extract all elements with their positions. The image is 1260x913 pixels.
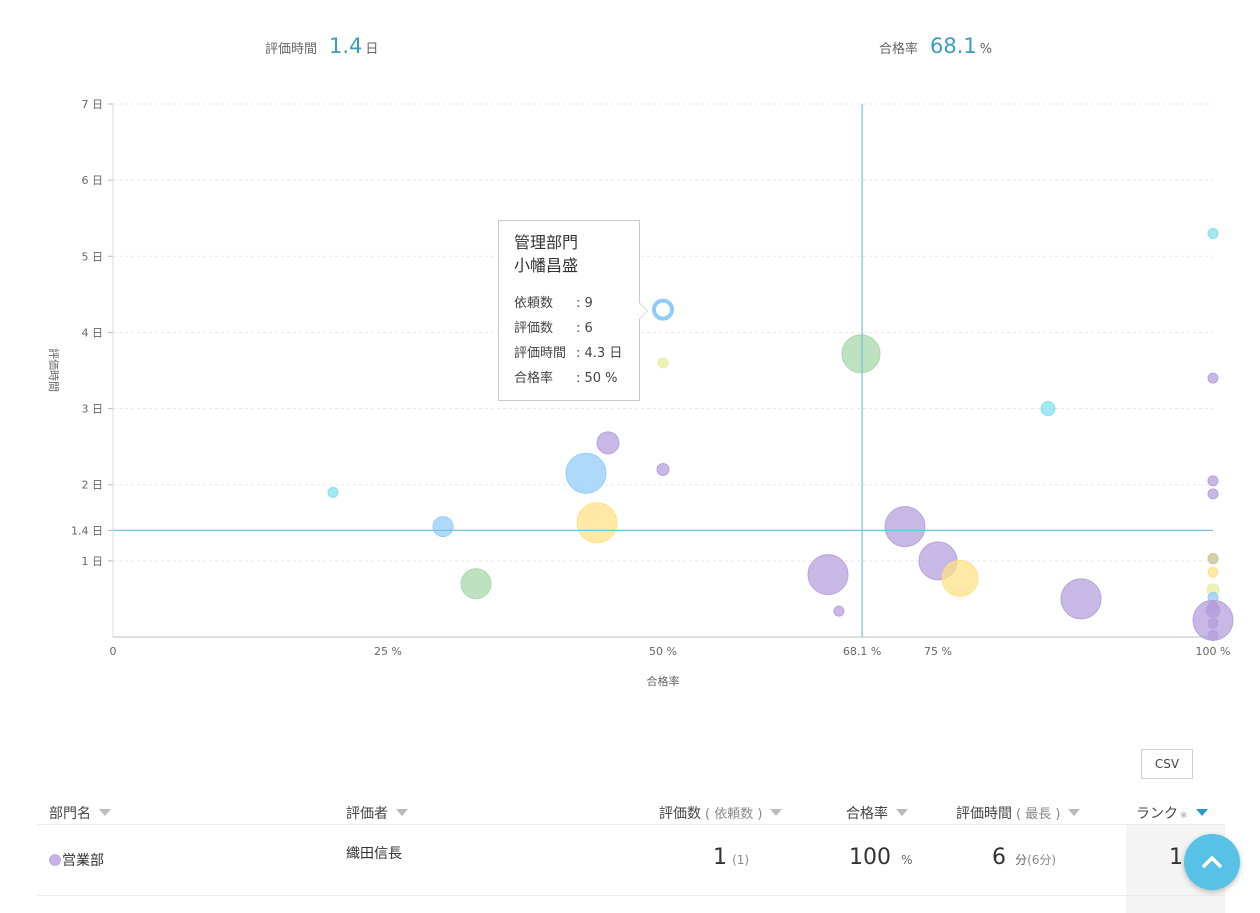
row-rate: 100 %	[849, 845, 913, 870]
data-point	[1207, 566, 1219, 578]
data-point	[1207, 227, 1219, 239]
col-header-dept[interactable]: 部門名	[49, 803, 111, 823]
row-time: 6 分(6分)	[992, 845, 1057, 870]
row-count: 1 (1)	[713, 845, 750, 870]
data-point	[833, 605, 845, 617]
y-tick-label: 1.4 日	[71, 524, 103, 537]
col-header-time[interactable]: 評価時間( 最長 )	[956, 803, 1081, 823]
highlighted-point	[652, 298, 674, 321]
tooltip-row-evaluations: 評価数: 6	[514, 321, 593, 336]
data-point	[841, 334, 881, 374]
sort-caret-icon[interactable]	[99, 809, 111, 816]
data-point	[1040, 401, 1056, 417]
row-rank: 1	[1169, 845, 1183, 870]
y-tick-label: 7 日	[82, 98, 104, 111]
x-tick-label: 100 %	[1196, 645, 1231, 658]
tooltip-row-pass-rate: 合格率: 50 %	[514, 371, 618, 386]
data-point	[1207, 475, 1219, 487]
y-tick-label: 5 日	[82, 250, 104, 263]
y-tick-label: 2 日	[82, 479, 104, 492]
data-point	[596, 431, 620, 455]
data-point	[1207, 629, 1219, 641]
data-point	[327, 486, 339, 498]
y-tick-label: 1 日	[82, 555, 104, 568]
col-header-count[interactable]: 評価数( 依頼数 )	[659, 803, 783, 823]
tooltip-dept: 管理部門	[514, 233, 579, 252]
x-tick-label: 50 %	[649, 645, 677, 658]
sort-caret-icon[interactable]	[770, 809, 783, 816]
col-header-rank[interactable]: ランク ※	[1136, 803, 1208, 823]
tooltip-row-requests: 依頼数: 9	[514, 296, 593, 311]
data-point	[1207, 372, 1219, 384]
table-row-divider	[37, 895, 1225, 896]
data-point	[656, 462, 670, 476]
x-axis-title: 合格率	[647, 674, 680, 688]
data-point	[941, 559, 979, 597]
tooltip-row-eval-time: 評価時間: 4.3 日	[514, 346, 623, 361]
x-tick-label: 0	[110, 645, 117, 658]
rank-note: ※	[1180, 811, 1188, 821]
sort-caret-active-icon[interactable]	[1195, 809, 1208, 816]
y-tick-label: 4 日	[82, 326, 104, 339]
y-tick-label: 3 日	[82, 403, 104, 416]
data-point	[1060, 578, 1102, 620]
data-point	[432, 516, 454, 538]
data-point	[460, 568, 492, 600]
chart-tooltip: 管理部門 小幡昌盛 依頼数: 9 評価数: 6 評価時間: 4.3 日 合格率:…	[498, 220, 648, 401]
data-point	[884, 506, 926, 548]
row-evaluator: 織田信長	[346, 846, 402, 862]
x-tick-label: 75 %	[924, 645, 952, 658]
data-point	[1207, 553, 1219, 565]
data-point	[807, 554, 849, 596]
csv-button[interactable]: CSV	[1141, 749, 1193, 779]
sort-caret-icon[interactable]	[1068, 809, 1081, 816]
tooltip-name: 小幡昌盛	[514, 256, 579, 275]
col-header-rate[interactable]: 合格率	[846, 803, 908, 823]
y-tick-label: 6 日	[82, 174, 104, 187]
x-tick-label: 25 %	[374, 645, 402, 658]
dept-color-dot	[49, 854, 61, 866]
table-header-divider	[37, 824, 1225, 825]
row-dept: 営業部	[49, 850, 104, 870]
data-point	[657, 357, 669, 369]
x-tick-label: 68.1 %	[843, 645, 881, 658]
data-point	[1207, 488, 1219, 500]
col-header-evaluator[interactable]: 評価者	[346, 803, 408, 823]
data-point	[576, 502, 618, 544]
y-axis-title: 評価時間	[47, 348, 61, 392]
data-point	[565, 452, 607, 494]
chevron-up-icon	[1202, 856, 1222, 868]
scroll-to-top-button[interactable]	[1184, 834, 1240, 890]
sort-caret-icon[interactable]	[896, 809, 908, 816]
sort-caret-icon[interactable]	[396, 809, 408, 816]
